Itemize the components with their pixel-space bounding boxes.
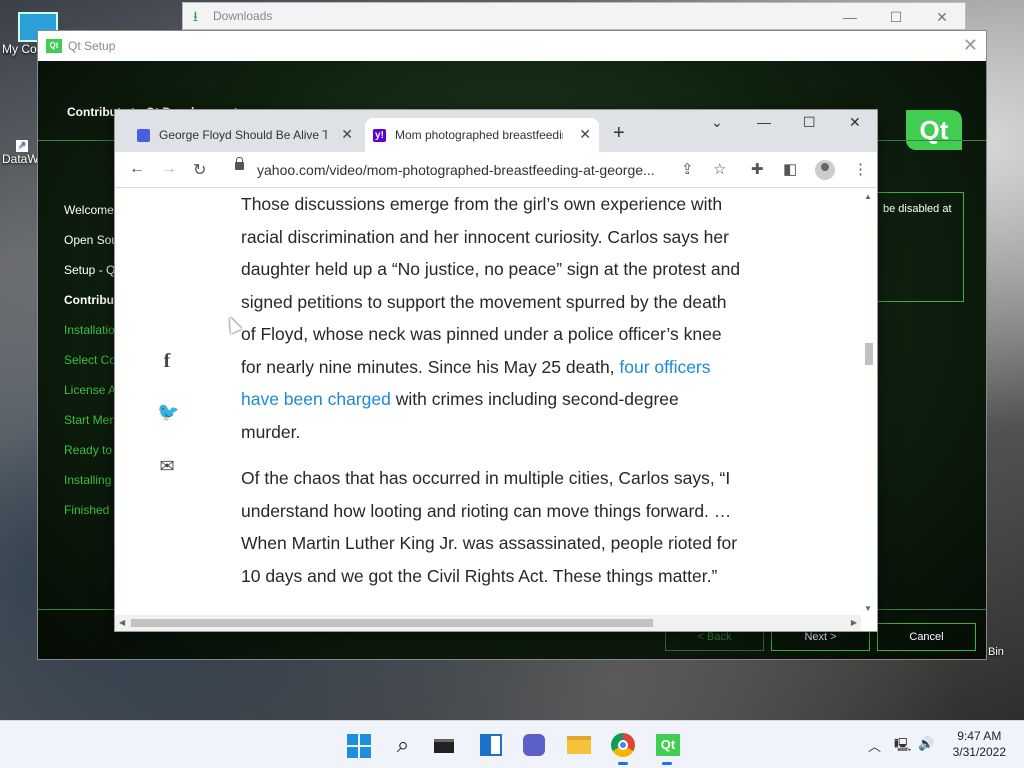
article-paragraph: Those discussions emerge from the girl’s… (241, 188, 741, 448)
vertical-scroll-thumb[interactable] (865, 343, 873, 365)
file-explorer-icon[interactable] (565, 731, 593, 759)
qt-logo: Qt (906, 110, 962, 150)
lock-icon[interactable] (235, 157, 244, 170)
maximize-button[interactable]: ☐ (873, 3, 919, 31)
qt-step: Open Sou (64, 233, 119, 247)
qt-step: Finished (64, 503, 110, 517)
downloads-window[interactable]: ⭳ Downloads — ☐ ✕ (182, 2, 966, 30)
qt-step: Welcome (64, 203, 114, 217)
more-menu-icon[interactable]: ⋮ (853, 160, 868, 178)
scroll-down-arrow-icon[interactable]: ▼ (864, 604, 872, 613)
taskbar: ⌕ Qt ︿ 🖳 🔊 9:47 AM 3/31/2022 (0, 720, 1024, 768)
chrome-toolbar: ← → ↻ yahoo.com/video/mom-photographed-b… (115, 152, 877, 188)
maximize-button[interactable]: ☐ (803, 114, 816, 131)
download-icon: ⭳ (193, 8, 198, 24)
volume-icon[interactable]: 🔊 (918, 736, 934, 752)
qt-step-current: Contribut (64, 293, 118, 307)
tab-george-floyd[interactable]: George Floyd Should Be Alive Tod ✕ (129, 118, 361, 152)
qt-step: Setup - Q (64, 263, 116, 277)
yahoo-favicon-icon: y! (373, 129, 386, 142)
back-arrow-icon[interactable]: ← (129, 160, 145, 178)
search-icon[interactable]: ⌕ (389, 731, 417, 759)
scroll-up-arrow-icon[interactable]: ▲ (864, 192, 872, 201)
qt-info-text: be disabled at (883, 203, 952, 215)
chrome-window[interactable]: George Floyd Should Be Alive Tod ✕ y! Mo… (114, 109, 878, 632)
minimize-button[interactable]: — (757, 114, 771, 130)
horizontal-scrollbar[interactable]: ◀ ▶ (115, 615, 861, 631)
facebook-share-icon[interactable]: f (157, 350, 177, 373)
qt-step: Installing (64, 473, 112, 487)
tab-title: George Floyd Should Be Alive Tod (159, 128, 327, 142)
qt-info-box: be disabled at (876, 192, 964, 302)
share-icon[interactable]: ⇪ (681, 160, 694, 178)
email-share-icon[interactable]: ✉ (157, 456, 177, 477)
qt-setup-titlebar: Qt Qt Setup ✕ (38, 31, 986, 61)
downloads-title: Downloads (213, 9, 273, 23)
address-bar[interactable]: yahoo.com/video/mom-photographed-breastf… (257, 162, 671, 178)
qt-close-button[interactable]: ✕ (963, 35, 978, 56)
desktop-icon-my-computer[interactable]: My Co (2, 12, 58, 56)
qt-app-icon: Qt (46, 39, 62, 53)
close-button[interactable]: ✕ (919, 3, 965, 31)
cancel-button[interactable]: Cancel (877, 623, 976, 651)
teams-chat-icon[interactable] (520, 731, 548, 759)
qt-steps-list: Welcome Open Sou Setup - Q Contribut Ins… (64, 203, 119, 533)
new-tab-button[interactable]: + (613, 122, 625, 145)
task-view-icon[interactable] (430, 731, 458, 759)
chrome-taskbar-icon[interactable] (609, 731, 637, 765)
article-text: Those discussions emerge from the girl’s… (241, 194, 741, 377)
profile-avatar-icon[interactable] (815, 160, 835, 180)
desktop-icon-label: DataW (2, 152, 39, 166)
article-paragraph: Of the chaos that has occurred in multip… (241, 468, 738, 586)
qt-step: Start Men (64, 413, 117, 427)
horizontal-scroll-thumb[interactable] (131, 619, 653, 627)
extensions-puzzle-icon[interactable]: ✚ (751, 160, 764, 178)
desktop-icon-dataw[interactable]: ↗ DataW (2, 140, 39, 166)
tab-search-chevron-icon[interactable]: ⌄ (711, 114, 723, 131)
tab-title: Mom photographed breastfeedin (395, 128, 563, 142)
close-button[interactable]: ✕ (849, 114, 861, 131)
start-windows-icon[interactable] (344, 731, 372, 759)
qt-step: Select Co (64, 353, 117, 367)
article-body: Those discussions emerge from the girl’s… (241, 188, 741, 592)
page-content: f 🐦 ✉ Those discussions emerge from the … (115, 188, 861, 615)
vertical-scrollbar[interactable]: ▲ ▼ (861, 188, 877, 615)
qt-step: Installatio (64, 323, 115, 337)
minimize-button[interactable]: — (827, 3, 873, 31)
scroll-right-arrow-icon[interactable]: ▶ (851, 618, 857, 627)
tab-strip: George Floyd Should Be Alive Tod ✕ y! Mo… (115, 110, 877, 152)
side-panel-icon[interactable]: ◧ (783, 160, 797, 178)
system-clock[interactable]: 9:47 AM 3/31/2022 (953, 728, 1006, 760)
show-hidden-icons-chevron-icon[interactable]: ︿ (868, 736, 881, 755)
tab-close-icon[interactable]: ✕ (579, 126, 591, 143)
network-icon[interactable]: 🖳 (894, 736, 911, 758)
reload-icon[interactable]: ↻ (193, 160, 206, 180)
clock-date: 3/31/2022 (952, 745, 1006, 759)
shortcut-arrow-icon: ↗ (16, 140, 28, 152)
clock-time: 9:47 AM (957, 729, 1002, 743)
desktop-icon-recycle-bin-label[interactable]: Bin (988, 646, 1004, 658)
tab-mom-photographed[interactable]: y! Mom photographed breastfeedin ✕ (365, 118, 599, 152)
forward-arrow-icon[interactable]: → (161, 160, 177, 178)
twitter-share-icon[interactable]: 🐦 (157, 402, 179, 423)
tab-close-icon[interactable]: ✕ (341, 126, 353, 143)
qt-step: Ready to I (64, 443, 119, 457)
bookmark-star-icon[interactable]: ☆ (713, 160, 726, 178)
qt-step: License A (64, 383, 117, 397)
qt-taskbar-icon[interactable]: Qt (653, 731, 681, 765)
scroll-left-arrow-icon[interactable]: ◀ (119, 618, 125, 627)
desktop-icon-label: My Co (2, 42, 37, 56)
qt-window-title: Qt Setup (68, 39, 116, 53)
site-favicon-icon (137, 129, 150, 142)
widgets-icon[interactable] (477, 731, 505, 759)
